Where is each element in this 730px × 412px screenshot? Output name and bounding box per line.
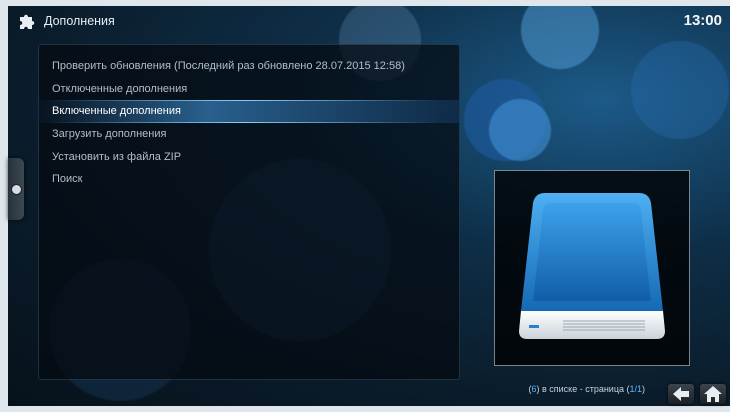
screen-border-left	[0, 0, 8, 412]
home-icon	[704, 386, 722, 402]
hard-drive-icon	[519, 193, 665, 339]
side-menu-tab[interactable]	[8, 158, 24, 220]
menu-item-enabled-addons[interactable]: Включенные дополнения	[39, 100, 459, 124]
page-title: Дополнения	[44, 14, 115, 28]
circle-icon	[11, 184, 22, 195]
header-bar: Дополнения 13:00	[8, 6, 730, 38]
preview-thumbnail	[494, 170, 690, 366]
puzzle-icon	[18, 12, 36, 30]
addons-menu-list: Проверить обновления (Последний раз обно…	[39, 55, 459, 191]
back-button[interactable]	[668, 384, 694, 404]
screen-border-bottom	[0, 406, 730, 412]
menu-item-search[interactable]: Поиск	[39, 168, 459, 191]
list-status: (6) в списке - страница (1/1)	[528, 384, 645, 394]
in-list-text: в списке - страница	[541, 384, 624, 394]
addons-menu-panel: Проверить обновления (Последний раз обно…	[38, 44, 460, 380]
home-button[interactable]	[700, 384, 726, 404]
menu-item-get-addons[interactable]: Загрузить дополнения	[39, 123, 459, 146]
back-arrow-icon	[673, 387, 689, 401]
menu-item-check-updates[interactable]: Проверить обновления (Последний раз обно…	[39, 55, 459, 78]
clock: 13:00	[683, 12, 722, 29]
page-indicator: 1/1	[629, 384, 642, 394]
menu-item-install-from-zip[interactable]: Установить из файла ZIP	[39, 146, 459, 169]
menu-item-disabled-addons[interactable]: Отключенные дополнения	[39, 78, 459, 101]
